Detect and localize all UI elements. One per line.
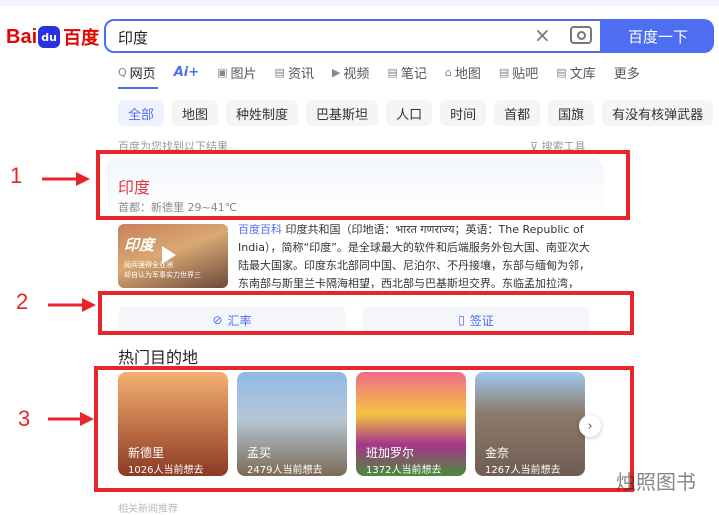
source-link[interactable]: 百度百科 [238,223,282,236]
tab-label: 更多 [613,67,640,82]
tab-label: 网页 [129,67,156,82]
tab-label: 资讯 [287,67,314,82]
tab-video[interactable]: ▶ 视频 [332,63,369,82]
paw-icon: du [38,26,61,48]
image-icon: ▣ [217,66,228,79]
tab-label: 文库 [569,67,596,82]
tab-label: 贴吧 [512,67,539,82]
search-box[interactable]: 印度 × [104,19,602,53]
tab-web[interactable]: Q 网页 [118,63,156,82]
thumb-caption: 却自认为军事实力世界三 [124,271,201,279]
card-description: 百度百科 印度共和国（印地语：भारत गणराज्य；英语：The Repub… [238,221,590,293]
tab-label: 图片 [230,67,257,82]
annotation-arrow-2 [48,298,96,312]
search-input[interactable]: 印度 [118,27,148,48]
annotation-arrow-3 [48,412,94,426]
search-button[interactable]: 百度一下 [602,19,714,53]
search-icon: Q [118,66,127,79]
annotation-box-1 [96,150,630,220]
annotation-box-2 [98,291,634,335]
description-text: 印度共和国（印地语：भारत गणराज्य；英语：The Republic o… [238,223,590,290]
video-thumbnail[interactable]: 印度 闻兵强得全亚洲 却自认为军事实力世界三 [118,224,228,288]
tab-notes[interactable]: ▤ 笔记 [387,63,426,82]
chip[interactable]: 首都 [494,100,541,126]
tieba-icon: ▤ [498,66,510,79]
logo-text-bai: Bai [6,25,38,48]
active-tab-underline [118,87,158,89]
annotation-number-1: 1 [10,163,23,188]
annotation-number-2: 2 [16,289,29,314]
tab-tieba[interactable]: ▤ 贴吧 [499,63,538,82]
clear-icon[interactable]: × [534,23,551,47]
thumb-caption: 闻兵强得全亚洲 [124,261,173,269]
news-icon: ▤ [274,66,285,79]
doc-icon: ▤ [556,66,567,79]
annotation-box-3 [94,366,634,492]
filter-chips: 全部 地图 种姓制度 巴基斯坦 人口 时间 首都 国旗 有没有核弹武器 [118,100,714,126]
nav-tabs: Q 网页 Ai+ ▣ 图片 ▤ 资讯 ▶ 视频 ▤ 笔记 ⌂ 地图 ▤ 贴吧 ▤ 文库 更多 [118,63,658,82]
thumb-title: 印度 [124,236,155,254]
baidu-logo[interactable]: Bai du 百度 [6,22,99,52]
watermark: 烛照图书 [616,470,696,494]
tab-images[interactable]: ▣ 图片 [217,63,256,82]
chip[interactable]: 地图 [172,100,219,126]
chip[interactable]: 种姓制度 [226,100,299,126]
chip[interactable]: 巴基斯坦 [306,100,379,126]
note-icon: ▤ [387,66,398,79]
tab-label: 地图 [454,67,481,82]
tab-label: Ai+ [173,65,200,80]
chip[interactable]: 时间 [440,100,487,126]
tab-ai[interactable]: Ai+ [174,63,199,82]
annotation-arrow-1 [42,172,90,186]
tab-map[interactable]: ⌂ 地图 [445,63,481,82]
chip[interactable]: 人口 [386,100,433,126]
chip[interactable]: 有没有核弹武器 [602,100,714,126]
tab-label: 视频 [343,67,370,82]
map-icon: ⌂ [444,66,452,79]
related-text: 相关新闻推荐 [118,504,178,515]
chip-all[interactable]: 全部 [118,100,165,126]
top-strip [0,0,719,6]
tab-label: 笔记 [400,67,427,82]
tab-more[interactable]: 更多 [614,63,640,82]
camera-icon[interactable] [570,26,592,44]
annotation-number-3: 3 [18,406,31,431]
tab-news[interactable]: ▤ 资讯 [275,63,314,82]
chip[interactable]: 国旗 [548,100,595,126]
hot-destinations-title: 热门目的地 [118,348,199,367]
tab-wenku[interactable]: ▤ 文库 [556,63,595,82]
play-icon: ▶ [331,66,341,79]
logo-text-cn: 百度 [63,28,100,49]
